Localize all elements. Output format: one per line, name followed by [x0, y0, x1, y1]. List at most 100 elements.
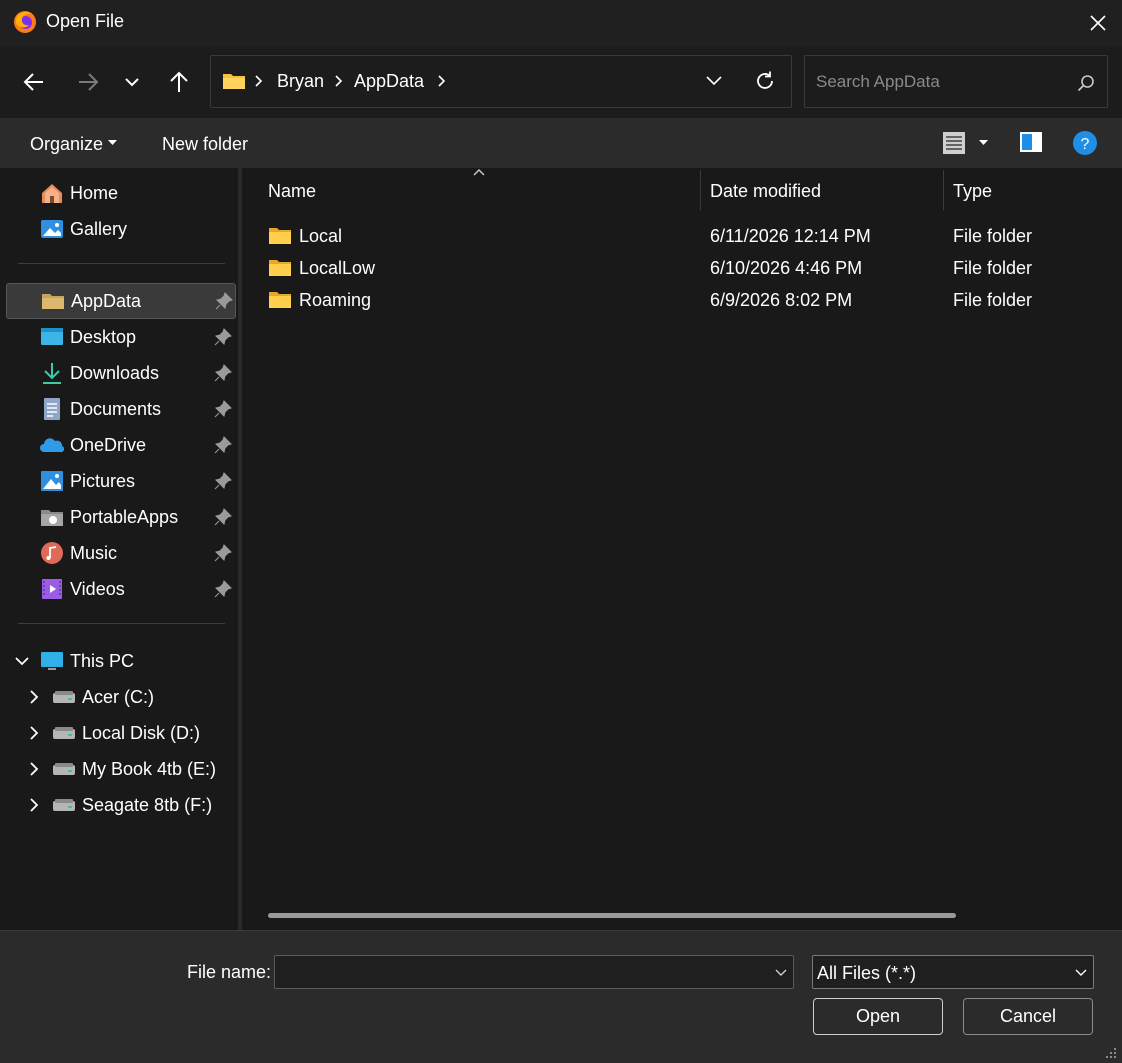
pin-icon[interactable] — [214, 544, 232, 562]
pin-icon[interactable] — [214, 400, 232, 418]
sidebar-item-onedrive[interactable]: OneDrive — [0, 427, 238, 463]
sidebar-item-documents[interactable]: Documents — [0, 391, 238, 427]
view-options-button[interactable] — [942, 131, 968, 155]
folder-icon — [42, 294, 64, 309]
column-header-type[interactable]: Type — [953, 181, 992, 202]
pin-icon[interactable] — [214, 328, 232, 346]
horizontal-scrollbar[interactable] — [268, 913, 956, 918]
chevron-right-icon[interactable] — [26, 689, 42, 705]
close-button[interactable] — [1074, 0, 1122, 46]
sidebar-item-label: OneDrive — [70, 435, 147, 455]
chevron-right-icon[interactable] — [26, 725, 42, 741]
file-date: 6/9/2026 8:02 PM — [710, 290, 853, 310]
file-row[interactable]: LocalLow 6/10/2026 4:46 PM File folder — [262, 252, 1112, 284]
sidebar-item-desktop[interactable]: Desktop — [0, 319, 238, 355]
forward-button[interactable] — [68, 62, 108, 102]
file-date: 6/11/2026 12:14 PM — [710, 226, 871, 246]
arrow-up-icon — [170, 71, 188, 92]
arrow-right-icon — [79, 73, 99, 91]
chevron-right-icon[interactable] — [26, 761, 42, 777]
sidebar-item-portableapps[interactable]: PortableApps — [0, 499, 238, 535]
onedrive-icon — [40, 438, 64, 453]
file-name-input[interactable] — [274, 955, 794, 989]
help-button[interactable]: ? — [1072, 130, 1098, 156]
sidebar-item-this-pc[interactable]: This PC — [0, 643, 238, 679]
file-name: LocalLow — [299, 258, 376, 278]
title-bar: Open File — [0, 0, 1122, 46]
sidebar-item-home[interactable]: Home — [0, 175, 238, 211]
downloads-icon — [43, 363, 61, 384]
address-history-chevron-icon[interactable] — [705, 75, 723, 87]
refresh-icon[interactable] — [754, 70, 776, 92]
breadcrumb-item[interactable]: AppData — [354, 71, 424, 92]
sidebar-item-label: Acer (C:) — [82, 687, 154, 707]
drive-icon — [53, 727, 75, 739]
chevron-down-icon — [125, 78, 139, 87]
pin-icon[interactable] — [215, 292, 233, 310]
search-icon — [1077, 74, 1095, 92]
organize-button[interactable]: Organize — [30, 134, 103, 155]
svg-text:?: ? — [1081, 136, 1090, 153]
sidebar-divider — [18, 623, 225, 624]
close-icon — [1090, 15, 1106, 31]
sidebar-item-gallery[interactable]: Gallery — [0, 211, 238, 247]
pin-icon[interactable] — [214, 508, 232, 526]
arrow-left-icon — [23, 73, 43, 91]
chevron-down-icon[interactable] — [774, 966, 788, 980]
breadcrumb-separator-icon[interactable] — [438, 75, 446, 87]
open-button[interactable]: Open — [813, 998, 943, 1035]
sidebar-item-drive[interactable]: My Book 4tb (E:) — [0, 751, 238, 787]
sidebar-item-label: My Book 4tb (E:) — [82, 759, 217, 779]
breadcrumb-separator-icon — [335, 75, 343, 87]
chevron-down-icon[interactable] — [14, 653, 30, 669]
cancel-button[interactable]: Cancel — [963, 998, 1093, 1035]
pin-icon[interactable] — [214, 364, 232, 382]
column-header-name[interactable]: Name — [268, 181, 316, 202]
sidebar-item-label: Home — [70, 183, 119, 203]
up-button[interactable] — [159, 62, 199, 102]
chevron-right-icon[interactable] — [26, 797, 42, 813]
drive-icon — [53, 691, 75, 703]
back-button[interactable] — [14, 62, 54, 102]
sidebar-item-drive[interactable]: Local Disk (D:) — [0, 715, 238, 751]
breadcrumb-separator-icon — [255, 75, 263, 87]
folder-icon — [222, 71, 246, 91]
breadcrumb-item[interactable]: Bryan — [277, 71, 324, 92]
column-header-date[interactable]: Date modified — [710, 181, 821, 202]
view-options-dropdown-icon[interactable] — [979, 140, 988, 146]
sidebar-item-drive[interactable]: Seagate 8tb (F:) — [0, 787, 238, 823]
pin-icon[interactable] — [214, 472, 232, 490]
address-bar[interactable]: Bryan AppData — [210, 55, 792, 108]
preview-pane-button[interactable] — [1019, 131, 1043, 153]
recent-locations-button[interactable] — [112, 62, 152, 102]
help-icon: ? — [1073, 131, 1097, 155]
pin-icon[interactable] — [214, 436, 232, 454]
file-row[interactable]: Roaming 6/9/2026 8:02 PM File folder — [262, 284, 1112, 316]
sidebar-item-label: Local Disk (D:) — [82, 723, 201, 743]
sidebar-item-label: Pictures — [70, 471, 136, 491]
sidebar-item-pictures[interactable]: Pictures — [0, 463, 238, 499]
sidebar-item-label: Documents — [70, 399, 162, 419]
column-separator[interactable] — [700, 170, 701, 210]
file-row[interactable]: Local 6/11/2026 12:14 PM File folder — [262, 220, 1112, 252]
preview-pane-icon — [1020, 132, 1042, 152]
sidebar-item-label: Downloads — [70, 363, 160, 383]
sidebar-item-videos[interactable]: Videos — [0, 571, 238, 607]
sort-ascending-icon — [472, 168, 486, 176]
sidebar-item-appdata[interactable]: AppData — [6, 283, 236, 319]
documents-icon — [44, 398, 60, 420]
sidebar-item-label: AppData — [71, 291, 142, 311]
pin-icon[interactable] — [214, 580, 232, 598]
resize-grip-icon[interactable] — [1104, 1046, 1118, 1060]
file-type-filter-value: All Files (*.*) — [817, 963, 917, 983]
chevron-down-icon — [1075, 969, 1087, 976]
new-folder-button[interactable]: New folder — [162, 134, 248, 155]
sidebar-item-downloads[interactable]: Downloads — [0, 355, 238, 391]
file-type-filter[interactable]: All Files (*.*) — [812, 955, 1094, 989]
column-separator[interactable] — [943, 170, 944, 210]
search-input[interactable]: Search AppData — [804, 55, 1108, 108]
desktop-icon — [41, 328, 63, 345]
sidebar-item-music[interactable]: Music — [0, 535, 238, 571]
details-view-icon — [943, 132, 965, 154]
sidebar-item-drive[interactable]: Acer (C:) — [0, 679, 238, 715]
